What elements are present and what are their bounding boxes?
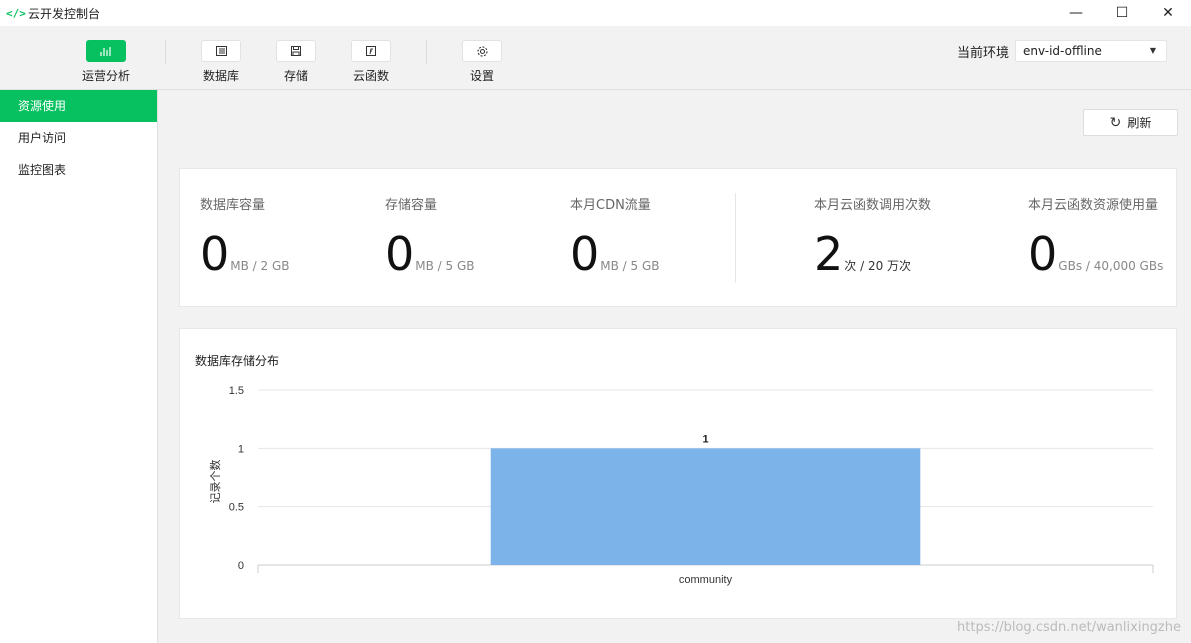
db-storage-chart-card: 数据库存储分布 0 0.5 1 1.5 记录个数 1 community	[179, 328, 1177, 619]
refresh-icon: ↻	[1109, 114, 1122, 131]
y-axis-label: 记录个数	[209, 460, 222, 504]
stat-unit: GBs / 40,000 GBs	[1058, 259, 1164, 273]
stat-label: 本月云函数资源使用量	[1028, 198, 1159, 213]
y-tick-label: 1.5	[229, 385, 244, 397]
window-controls: — ☐ ✕	[1053, 0, 1191, 26]
tool-cloud-function[interactable]: 云函数	[341, 40, 401, 84]
toolbar-divider	[426, 40, 427, 64]
y-tick-label: 0.5	[229, 502, 244, 514]
stat-label: 数据库容量	[200, 198, 266, 213]
tool-storage-label: 存储	[283, 69, 308, 83]
stat-label: 存储容量	[385, 198, 438, 213]
stat-function-resources: 本月云函数资源使用量 0 GBs / 40,000 GBs	[1028, 194, 1163, 277]
stat-storage-capacity: 存储容量 0 MB / 5 GB	[385, 194, 475, 277]
tool-storage[interactable]: 存储	[266, 40, 326, 84]
refresh-button[interactable]: ↻ 刷新	[1083, 109, 1178, 136]
stat-db-capacity: 数据库容量 0 MB / 2 GB	[200, 194, 290, 277]
sidebar: 资源使用 用户访问 监控图表	[0, 90, 158, 643]
tool-settings[interactable]: 设置	[452, 40, 512, 84]
stat-label: 本月CDN流量	[570, 198, 651, 213]
close-button[interactable]: ✕	[1145, 0, 1191, 26]
minimize-button[interactable]: —	[1053, 0, 1099, 26]
code-brackets-icon: </>	[6, 6, 26, 20]
stat-unit: MB / 5 GB	[600, 259, 660, 273]
refresh-label: 刷新	[1127, 116, 1152, 130]
function-icon	[351, 40, 391, 62]
tool-settings-label: 设置	[469, 69, 494, 83]
stat-label: 本月云函数调用次数	[814, 198, 932, 213]
maximize-button[interactable]: ☐	[1099, 0, 1145, 26]
stat-value: 0	[570, 227, 600, 281]
main-toolbar: 运营分析 数据库 存储 云函数 设置 当前环境 env-id-offline ▼	[0, 26, 1191, 90]
stat-value: 0	[385, 227, 415, 281]
stat-unit: 次 / 20 万次	[844, 259, 912, 273]
toolbar-divider	[165, 40, 166, 64]
stat-unit: MB / 2 GB	[230, 259, 290, 273]
tool-cloud-function-label: 云函数	[352, 69, 389, 83]
stat-value: 0	[200, 227, 230, 281]
sidebar-item-resource-usage[interactable]: 资源使用	[0, 90, 157, 122]
caret-down-icon: ▼	[1149, 46, 1156, 55]
tool-analytics-label: 运营分析	[81, 69, 130, 83]
sidebar-item-monitor-charts[interactable]: 监控图表	[0, 154, 157, 186]
gear-icon	[462, 40, 502, 62]
environment-label: 当前环境	[956, 45, 1009, 61]
stat-function-calls: 本月云函数调用次数 2次 / 20 万次	[814, 194, 931, 277]
bar-chart-icon	[86, 40, 126, 62]
environment-dropdown[interactable]: env-id-offline ▼	[1015, 40, 1167, 62]
resource-stats-card: 数据库容量 0 MB / 2 GB 存储容量 0 MB / 5 GB 本月CDN流量…	[179, 168, 1177, 307]
watermark-url: https://blog.csdn.net/wanlixingzhe	[957, 620, 1181, 635]
tool-analytics[interactable]: 运营分析	[76, 40, 136, 84]
stats-divider	[735, 193, 736, 283]
x-tick-label: community	[679, 574, 733, 586]
stat-value: 2	[814, 227, 844, 281]
stat-value: 0	[1028, 227, 1058, 281]
stat-cdn-traffic: 本月CDN流量 0 MB / 5 GB	[570, 194, 660, 277]
stat-unit: MB / 5 GB	[415, 259, 475, 273]
sidebar-item-user-access[interactable]: 用户访问	[0, 122, 157, 154]
environment-selector: 当前环境 env-id-offline ▼	[957, 40, 1167, 62]
database-icon	[201, 40, 241, 62]
title-bar: </> 云开发控制台 — ☐ ✕	[0, 0, 1191, 26]
tool-database[interactable]: 数据库	[191, 40, 251, 84]
environment-value: env-id-offline	[1023, 44, 1102, 58]
window-title: 云开发控制台	[28, 6, 101, 21]
y-tick-label: 1	[238, 443, 244, 455]
tool-database-label: 数据库	[202, 69, 239, 83]
bar-data-label: 1	[702, 433, 708, 445]
y-tick-label: 0	[238, 560, 244, 572]
bar	[490, 448, 921, 565]
save-disk-icon	[276, 40, 316, 62]
db-storage-bar-chart: 0 0.5 1 1.5 记录个数 1 community	[209, 385, 1154, 586]
